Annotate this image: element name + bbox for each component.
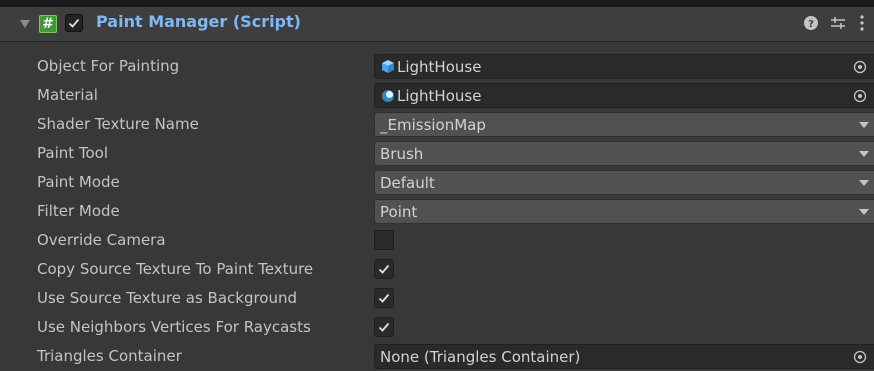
- checkmark-icon: [378, 322, 390, 332]
- filter-mode-dropdown[interactable]: Point: [374, 199, 874, 224]
- object-for-painting-field[interactable]: LightHouse: [374, 54, 874, 79]
- field-label: Object For Painting: [37, 57, 180, 75]
- field-label: Paint Tool: [37, 144, 109, 162]
- use-neighbors-vertices-checkbox[interactable]: [374, 317, 394, 337]
- override-camera-checkbox[interactable]: [374, 230, 394, 250]
- dropdown-arrow-icon: [859, 209, 869, 215]
- presets-icon[interactable]: [828, 12, 848, 34]
- material-field[interactable]: LightHouse: [374, 83, 874, 108]
- field-value: LightHouse: [397, 87, 482, 105]
- triangles-container-field[interactable]: None (Triangles Container): [374, 344, 874, 369]
- dropdown-arrow-icon: [859, 180, 869, 186]
- field-row-copy-source-texture: Copy Source Texture To Paint Texture: [0, 255, 874, 284]
- field-label: Copy Source Texture To Paint Texture: [37, 260, 314, 278]
- dropdown-arrow-icon: [859, 151, 869, 157]
- field-label: Use Source Texture as Background: [37, 289, 298, 307]
- field-row-filter-mode: Filter Mode Point: [0, 197, 874, 226]
- field-row-use-source-texture-background: Use Source Texture as Background: [0, 284, 874, 313]
- checkmark-icon: [378, 264, 390, 274]
- field-label: Use Neighbors Vertices For Raycasts: [37, 318, 311, 336]
- field-row-shader-texture-name: Shader Texture Name _EmissionMap: [0, 110, 874, 139]
- copy-source-texture-checkbox[interactable]: [374, 259, 394, 279]
- more-menu-icon[interactable]: [852, 12, 872, 34]
- field-value: Brush: [380, 145, 424, 163]
- component-title: Paint Manager (Script): [96, 12, 301, 31]
- foldout-arrow-icon[interactable]: [20, 20, 30, 28]
- field-label: Filter Mode: [37, 202, 120, 220]
- checkmark-icon: [378, 293, 390, 303]
- material-sphere-icon: [382, 90, 394, 102]
- field-value: Default: [380, 174, 435, 192]
- field-row-triangles-container: Triangles Container None (Triangles Cont…: [0, 342, 874, 371]
- field-label: Triangles Container: [37, 347, 182, 365]
- component-enable-checkbox[interactable]: [65, 14, 83, 32]
- help-icon[interactable]: ?: [801, 12, 821, 34]
- field-row-use-neighbors-vertices: Use Neighbors Vertices For Raycasts: [0, 313, 874, 342]
- paint-tool-dropdown[interactable]: Brush: [374, 141, 874, 166]
- mesh-cube-icon: [382, 60, 394, 73]
- field-value: Point: [380, 203, 418, 221]
- field-value: _EmissionMap: [380, 116, 486, 134]
- field-label: Shader Texture Name: [37, 115, 199, 133]
- field-label: Override Camera: [37, 231, 166, 249]
- svg-text:?: ?: [808, 19, 814, 30]
- dropdown-arrow-icon: [859, 122, 869, 128]
- field-row-material: Material LightHouse: [0, 81, 874, 110]
- script-icon: #: [39, 15, 57, 33]
- field-row-object-for-painting: Object For Painting LightHouse: [0, 52, 874, 81]
- field-row-paint-tool: Paint Tool Brush: [0, 139, 874, 168]
- field-value: LightHouse: [397, 58, 482, 76]
- field-value: None (Triangles Container): [380, 348, 581, 366]
- field-label: Paint Mode: [37, 173, 120, 191]
- field-row-paint-mode: Paint Mode Default: [0, 168, 874, 197]
- object-picker-icon[interactable]: [853, 60, 867, 74]
- field-label: Material: [37, 86, 98, 104]
- field-row-override-camera: Override Camera: [0, 226, 874, 255]
- object-picker-icon[interactable]: [853, 89, 867, 103]
- use-source-texture-background-checkbox[interactable]: [374, 288, 394, 308]
- object-picker-icon[interactable]: [853, 350, 867, 364]
- paint-mode-dropdown[interactable]: Default: [374, 170, 874, 195]
- component-header[interactable]: # Paint Manager (Script) ?: [0, 7, 874, 42]
- top-border: [0, 0, 874, 7]
- shader-texture-name-dropdown[interactable]: _EmissionMap: [374, 112, 874, 137]
